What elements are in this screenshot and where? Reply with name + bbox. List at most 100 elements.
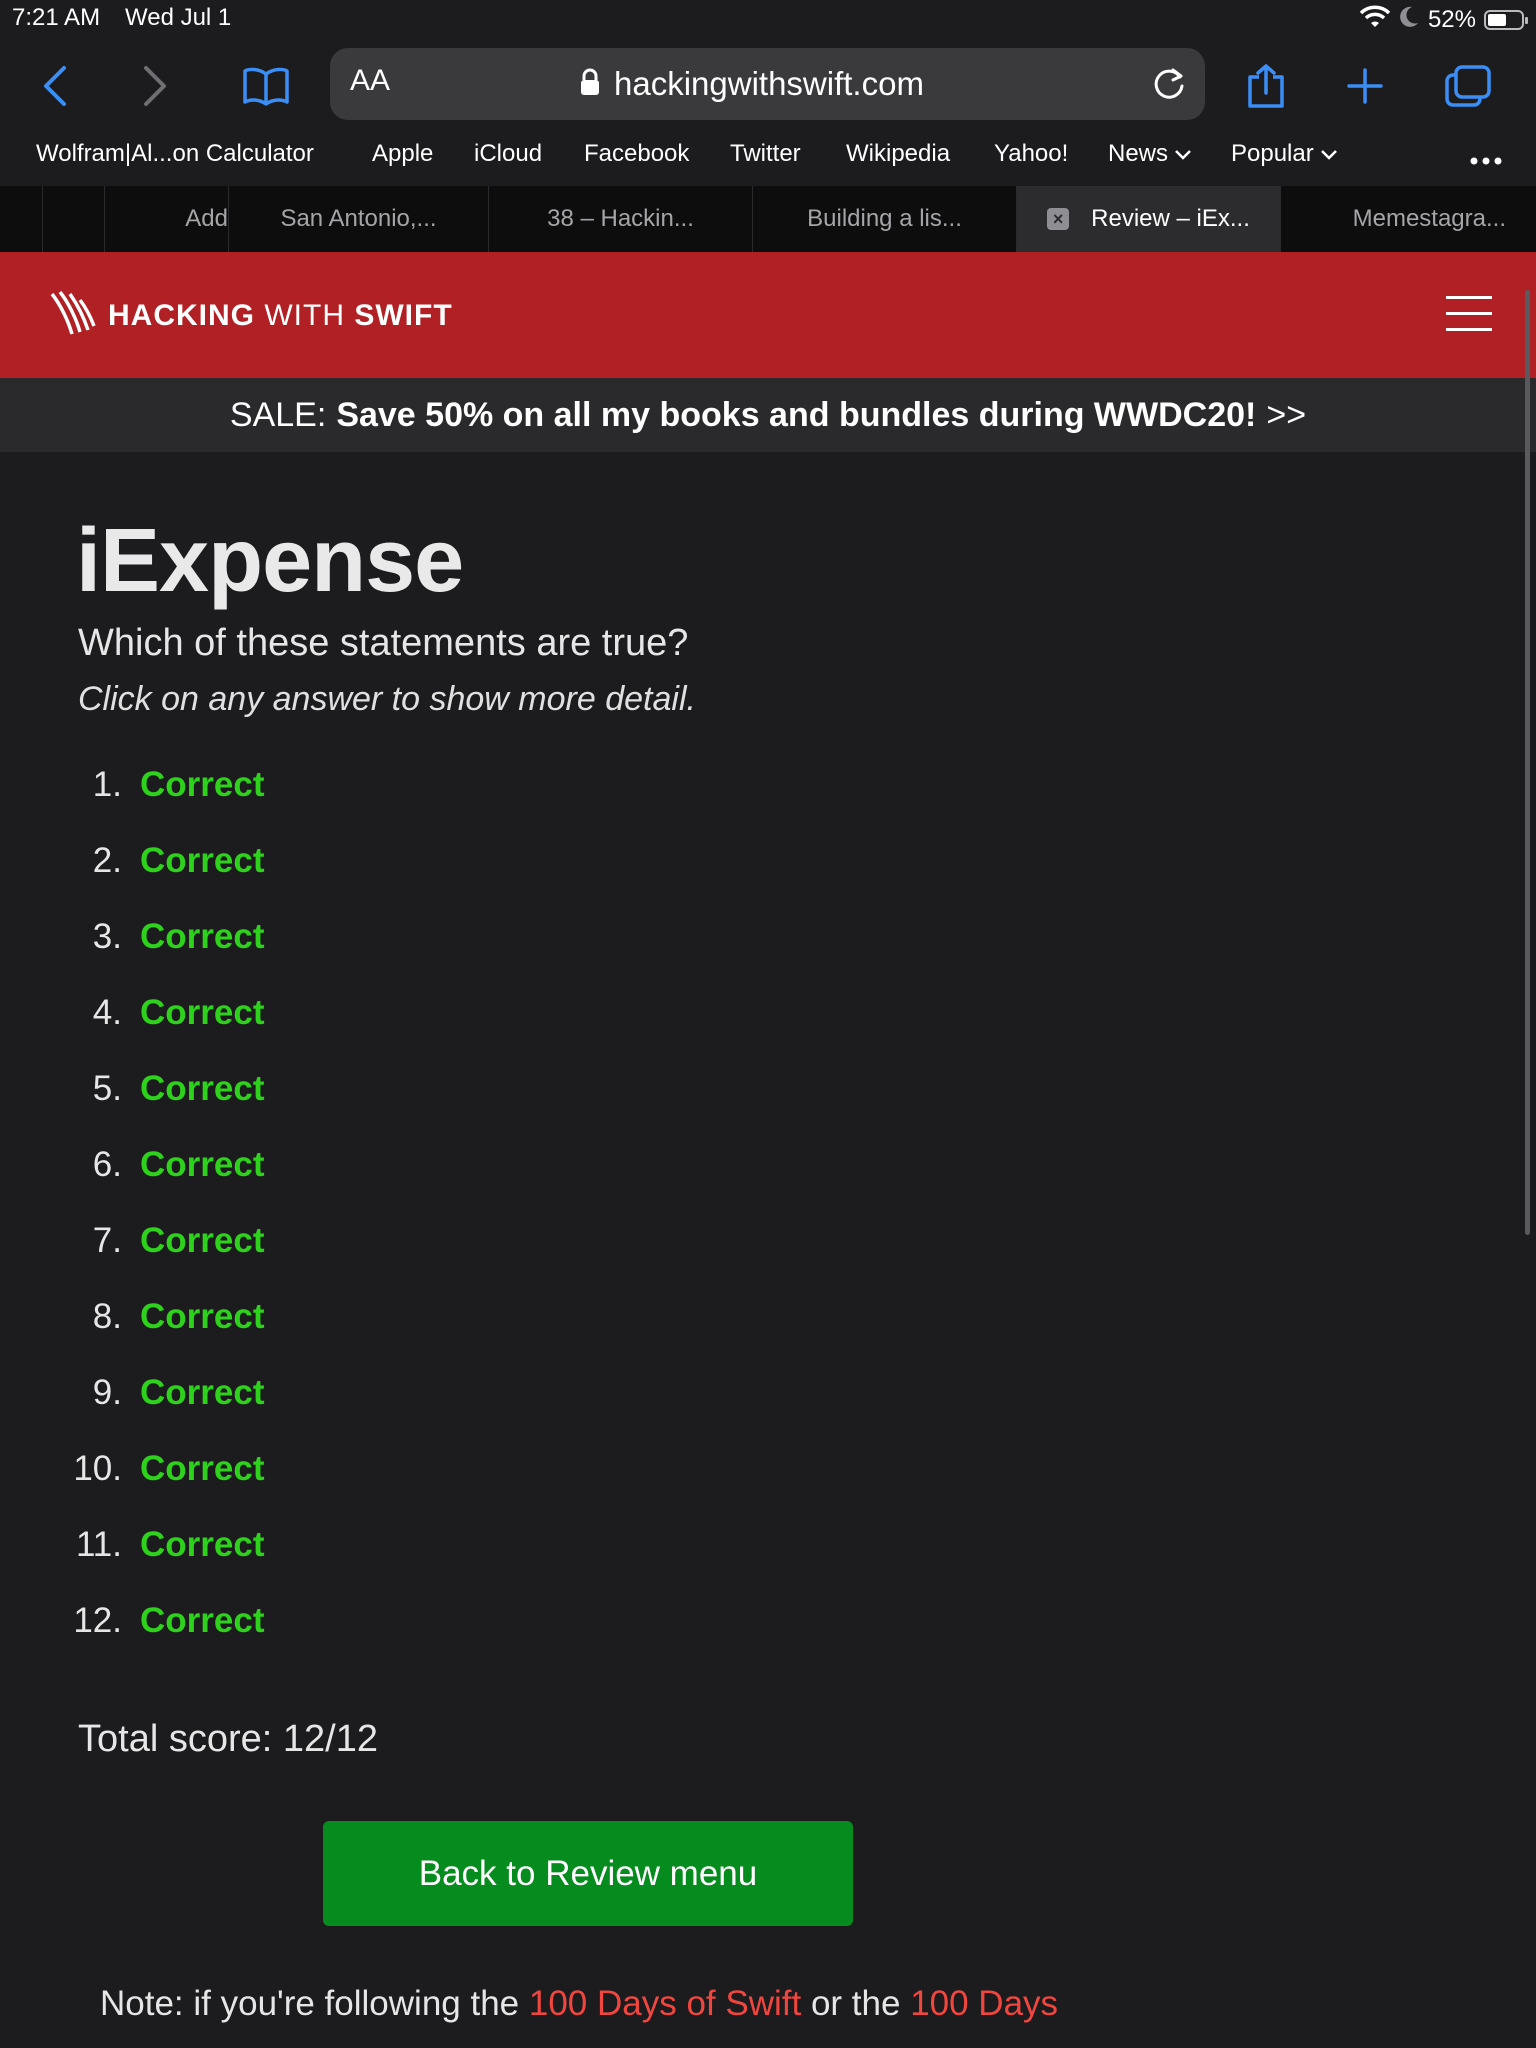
logo-icon xyxy=(50,290,96,341)
back-to-review-button[interactable]: Back to Review menu xyxy=(323,1821,853,1926)
result-item[interactable]: 3. Correct xyxy=(0,907,265,967)
result-status[interactable]: Correct xyxy=(140,1449,264,1489)
result-number: 1. xyxy=(92,765,122,804)
site-header: HACKING WITH SWIFT xyxy=(0,252,1536,378)
battery-icon xyxy=(1484,10,1528,30)
sale-banner[interactable]: SALE: Save 50% on all my books and bundl… xyxy=(0,378,1536,452)
result-status[interactable]: Correct xyxy=(140,1373,264,1413)
bookmark-twitter[interactable]: Twitter xyxy=(730,140,801,168)
result-status[interactable]: Correct xyxy=(140,841,264,881)
result-number: 12. xyxy=(73,1601,122,1640)
status-bar: 7:21 AM Wed Jul 1 52% xyxy=(0,0,1536,40)
result-item[interactable]: 2. Correct xyxy=(0,831,265,891)
logo-text: HACKING WITH SWIFT xyxy=(108,299,453,333)
bookmark-yahoo[interactable]: Yahoo! xyxy=(994,140,1068,168)
tab-bar: Add San Antonio,... 38 – Hackin... Build… xyxy=(0,186,1536,252)
status-date: Wed Jul 1 xyxy=(125,4,232,31)
result-status[interactable]: Correct xyxy=(140,1145,264,1185)
sale-prefix: SALE: xyxy=(229,395,327,434)
back-icon[interactable] xyxy=(30,40,80,132)
result-status[interactable]: Correct xyxy=(140,917,264,957)
result-status[interactable]: Correct xyxy=(140,1601,264,1641)
note-prefix: Note: if you're following the xyxy=(100,1984,520,2023)
result-item[interactable]: 8. Correct xyxy=(0,1287,265,1347)
link-100-days[interactable]: 100 Days xyxy=(910,1984,1058,2023)
tab-5[interactable]: Building a lis... xyxy=(752,186,1016,252)
result-item[interactable]: 4. Correct xyxy=(0,983,265,1043)
result-number: 9. xyxy=(92,1373,122,1412)
reload-icon[interactable] xyxy=(1149,62,1189,109)
tabs-icon[interactable] xyxy=(1440,40,1496,132)
bookmark-icloud[interactable]: iCloud xyxy=(474,140,542,168)
bookmark-folder-news[interactable]: News xyxy=(1108,140,1192,168)
wifi-icon xyxy=(1359,5,1391,36)
result-status[interactable]: Correct xyxy=(140,1525,264,1565)
sale-arrow: >> xyxy=(1266,395,1307,434)
result-item[interactable]: 11. Correct xyxy=(0,1515,265,1575)
result-status[interactable]: Correct xyxy=(140,993,264,1033)
tab-4[interactable]: 38 – Hackin... xyxy=(488,186,752,252)
page-title: iExpense xyxy=(76,511,464,611)
tab-2[interactable]: Add xyxy=(104,186,228,252)
url-group[interactable]: hackingwithswift.com xyxy=(580,48,924,120)
bookmark-facebook[interactable]: Facebook xyxy=(584,140,689,168)
result-number: 2. xyxy=(92,841,122,880)
bookmark-news-label: News xyxy=(1108,140,1169,167)
logo-word-swift: SWIFT xyxy=(354,298,453,332)
bookmarks-icon[interactable] xyxy=(238,40,294,132)
status-time: 7:21 AM xyxy=(12,4,101,31)
tab-label: Review – iEx... xyxy=(1091,205,1250,232)
chevron-down-icon xyxy=(1320,140,1338,168)
logo-word-with: WITH xyxy=(264,298,345,332)
link-100-days-of-swift[interactable]: 100 Days of Swift xyxy=(529,1984,801,2023)
page-scrollbar[interactable] xyxy=(1525,290,1530,1235)
new-tab-icon[interactable] xyxy=(1340,40,1390,132)
tab-label: Add xyxy=(185,205,228,232)
result-item[interactable]: 6. Correct xyxy=(0,1135,265,1195)
result-number: 4. xyxy=(92,993,122,1032)
result-number: 11. xyxy=(75,1525,122,1564)
result-number: 10. xyxy=(73,1449,122,1488)
result-item[interactable]: 12. Correct xyxy=(0,1591,264,1651)
bookmark-wikipedia[interactable]: Wikipedia xyxy=(846,140,950,168)
browser-toolbar: AA hackingwithswift.com xyxy=(0,40,1536,132)
note-middle: or the xyxy=(810,1984,901,2023)
result-item[interactable]: 9. Correct xyxy=(0,1363,265,1423)
more-icon[interactable] xyxy=(1470,152,1502,170)
chevron-down-icon xyxy=(1174,140,1192,168)
result-item[interactable]: 1. Correct xyxy=(0,755,265,815)
result-item[interactable]: 5. Correct xyxy=(0,1059,265,1119)
tab-1[interactable] xyxy=(42,186,104,252)
site-logo[interactable]: HACKING WITH SWIFT xyxy=(50,290,453,341)
tab-review-active[interactable]: × Review – iEx... xyxy=(1016,186,1280,252)
question-text: Which of these statements are true? xyxy=(78,622,689,664)
tab-7[interactable]: Memestagra... xyxy=(1280,186,1536,252)
bookmarks-bar: Wolfram|Al...on Calculator Apple iCloud … xyxy=(0,132,1536,186)
result-number: 7. xyxy=(92,1221,122,1260)
bookmark-popular-label: Popular xyxy=(1231,140,1314,167)
result-number: 6. xyxy=(92,1145,122,1184)
url-text[interactable]: hackingwithswift.com xyxy=(614,65,924,103)
forward-icon[interactable] xyxy=(130,40,180,132)
result-item[interactable]: 7. Correct xyxy=(0,1211,265,1271)
result-status[interactable]: Correct xyxy=(140,1069,264,1109)
text-size-button[interactable]: AA xyxy=(350,64,390,98)
bookmark-folder-popular[interactable]: Popular xyxy=(1231,140,1338,168)
result-number: 5. xyxy=(92,1069,122,1108)
result-item[interactable]: 10. Correct xyxy=(0,1439,264,1499)
hamburger-menu-icon[interactable] xyxy=(1446,296,1492,332)
result-number: 3. xyxy=(92,917,122,956)
status-indicators: 52% xyxy=(1359,4,1528,36)
share-icon[interactable] xyxy=(1240,40,1292,132)
address-bar[interactable]: AA hackingwithswift.com xyxy=(330,48,1205,120)
note-text: Note: if you're following the 100 Days o… xyxy=(100,1984,1058,2024)
bookmark-apple[interactable]: Apple xyxy=(372,140,433,168)
bookmark-wolfram[interactable]: Wolfram|Al...on Calculator xyxy=(36,140,314,168)
result-status[interactable]: Correct xyxy=(140,1297,264,1337)
close-icon[interactable]: × xyxy=(1047,208,1070,230)
result-status[interactable]: Correct xyxy=(140,765,264,805)
moon-icon xyxy=(1398,5,1420,36)
sale-message: Save 50% on all my books and bundles dur… xyxy=(336,395,1257,434)
tab-3[interactable]: San Antonio,... xyxy=(228,186,488,252)
result-status[interactable]: Correct xyxy=(140,1221,264,1261)
